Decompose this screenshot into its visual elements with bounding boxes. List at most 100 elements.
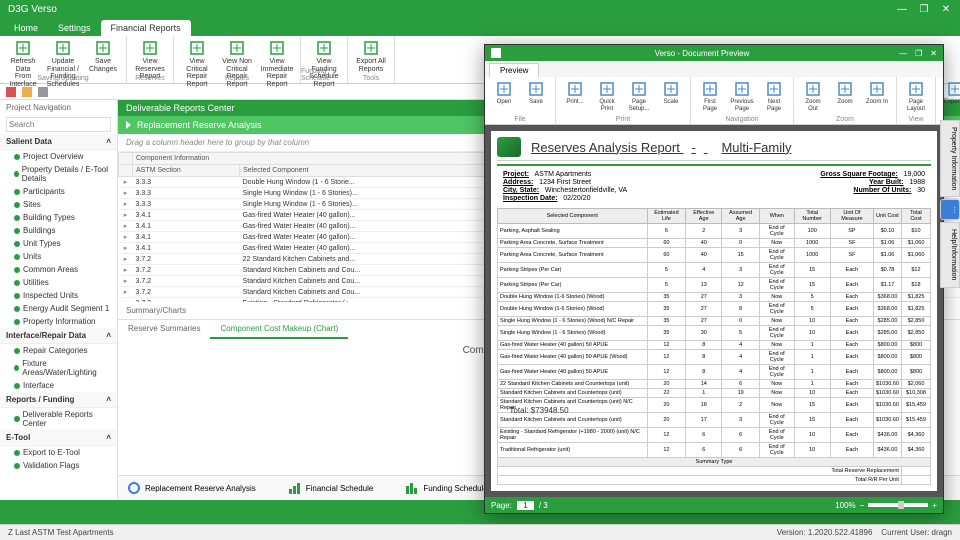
zoom-in-mini-icon[interactable]: + [932,501,937,510]
nav-item[interactable]: Buildings [0,224,117,237]
nav-item[interactable]: Deliverable Reports Center [0,408,117,430]
funding-icon [405,481,419,495]
tab-reserve-summaries[interactable]: Reserve Summaries [118,320,210,339]
nav-item[interactable]: Participants [0,185,117,198]
first-page-button[interactable]: First Page [695,79,725,122]
tab-home[interactable]: Home [4,20,48,36]
report-row: Double Hung Window (1-6 Stories) (Wood)3… [498,293,931,302]
grid-col[interactable]: Selected Component [240,165,496,177]
page-number[interactable]: 1 [517,501,533,510]
export-button[interactable]: Export... [940,79,960,122]
collapse-icon: ˄ [106,433,111,442]
bullet-icon [14,416,20,422]
row-expand-icon[interactable]: ▸ [119,177,133,188]
grid-col[interactable]: ASTM Section [133,165,240,177]
row-expand-icon[interactable]: ▸ [119,265,133,276]
nav-item[interactable]: Property Details / E-Tool Details [0,163,117,185]
nav-item[interactable]: Interface [0,379,117,392]
financial-icon [288,481,302,495]
nav-section-reports-funding[interactable]: Reports / Funding˄ [0,392,117,408]
zoom-in-button[interactable]: Zoom In [862,79,892,122]
zoom-out-mini-icon[interactable]: − [860,501,865,510]
nav-item[interactable]: Validation Flags [0,459,117,472]
nav-item[interactable]: Property Information [0,315,117,328]
nav-item[interactable]: Sites [0,198,117,211]
meta-row: Year Built: 1988 [820,179,925,186]
print-button[interactable]: Print... [560,79,590,122]
zoom-out-button[interactable]: Zoom Out [798,79,828,122]
titlebar: D3G Verso — ❐ ✕ [0,0,960,18]
nav-item[interactable]: Utilities [0,276,117,289]
tab-settings[interactable]: Settings [48,20,101,36]
search-input[interactable] [6,117,111,132]
scale-button[interactable]: Scale [656,79,686,122]
row-expand-icon[interactable]: ▸ [119,232,133,243]
row-expand-icon[interactable]: ▸ [119,276,133,287]
preview-titlebar: Verso - Document Preview — ❐ ✕ [485,45,943,61]
nav-item[interactable]: Project Overview [0,150,117,163]
right-tab-help[interactable]: Help/Information [940,222,960,287]
nav-item[interactable]: Energy Audit Segment 1 [0,302,117,315]
preview-toolbar: OpenSaveFilePrint...Quick PrintPage Setu… [485,77,943,125]
maximize-icon[interactable]: ❐ [918,3,930,15]
nav-section-interface-repair-data[interactable]: Interface/Repair Data˄ [0,328,117,344]
nav-item[interactable]: Repair Categories [0,344,117,357]
bottom-tab-reserve[interactable]: Replacement Reserve Analysis [121,479,262,497]
tab-cost-makeup[interactable]: Component Cost Makeup (Chart) [210,320,348,339]
preview-window: Verso - Document Preview — ❐ ✕ Preview O… [484,44,944,514]
next-page-button[interactable]: Next Page [759,79,789,122]
report-col: Assumed Age [722,209,760,224]
view-noncritical-icon [229,40,245,56]
pv-group-view: Page LayoutView [897,77,936,124]
nav-item[interactable]: Inspected Units [0,289,117,302]
grid-col[interactable] [119,165,133,177]
ribbon-group-tools: Export All ReportsTools [348,36,395,83]
preview-maximize-icon[interactable]: ❐ [915,49,922,58]
refresh-data-button[interactable]: Refresh Data From Interface [4,38,42,91]
minimize-icon[interactable]: — [896,3,908,15]
bullet-icon [14,171,19,177]
right-tab-badge[interactable]: ⋯ [940,199,960,220]
nav-section-salient-data[interactable]: Salient Data˄ [0,134,117,150]
nav-item[interactable]: Common Areas [0,263,117,276]
nav-item[interactable]: Units [0,250,117,263]
nav-item[interactable]: Building Types [0,211,117,224]
nav-item[interactable]: Unit Types [0,237,117,250]
close-icon[interactable]: ✕ [940,3,952,15]
nav-item[interactable]: Fixture Areas/Water/Lighting [0,357,117,379]
view-immediate-button[interactable]: View Immediate Repair Report [258,38,296,91]
view-critical-button[interactable]: View Critical Repair Report [178,38,216,91]
nav-item[interactable]: Export to E-Tool [0,446,117,459]
bottom-tab-financial[interactable]: Financial Schedule [282,479,380,497]
nav-section-e-tool[interactable]: E-Tool˄ [0,430,117,446]
zoom-slider[interactable] [868,503,928,507]
save-changes-button[interactable]: Save Changes [84,38,122,91]
report-col: Estimated Life [647,209,686,224]
preview-minimize-icon[interactable]: — [899,49,907,58]
ribbon-group-label: Tools [363,75,379,82]
row-expand-icon[interactable]: ▸ [119,221,133,232]
row-expand-icon[interactable]: ▸ [119,243,133,254]
row-expand-icon[interactable]: ▸ [119,210,133,221]
update-financial-button[interactable]: Update Financial / Funding Schedules [44,38,82,91]
view-noncritical-button[interactable]: View Non Critical Repair Report [218,38,256,91]
pv-group-label: Zoom [836,116,854,123]
expand-icon[interactable] [126,121,131,129]
view-immediate-icon [269,40,285,56]
row-expand-icon[interactable]: ▸ [119,188,133,199]
right-tab-property-info[interactable]: Property Information [940,120,960,197]
row-expand-icon[interactable]: ▸ [119,199,133,210]
preview-close-icon[interactable]: ✕ [930,49,937,58]
bullet-icon [14,348,20,354]
report-summary-row: Total R/R Per Unit [498,476,931,485]
refresh-data-icon [15,40,31,56]
bottom-tab-funding[interactable]: Funding Schedule [399,479,494,497]
report-row: Single Hung Window (1 - 6 Stories) (Wood… [498,326,931,341]
pv-group-label: View [908,116,923,123]
row-expand-icon[interactable]: ▸ [119,254,133,265]
bullet-icon [14,306,20,312]
row-expand-icon[interactable]: ▸ [119,287,133,298]
preview-tab[interactable]: Preview [489,63,539,77]
view-funding-button[interactable]: View Funding Schedule Report [305,38,343,91]
tab-financial-reports[interactable]: Financial Reports [101,20,191,36]
